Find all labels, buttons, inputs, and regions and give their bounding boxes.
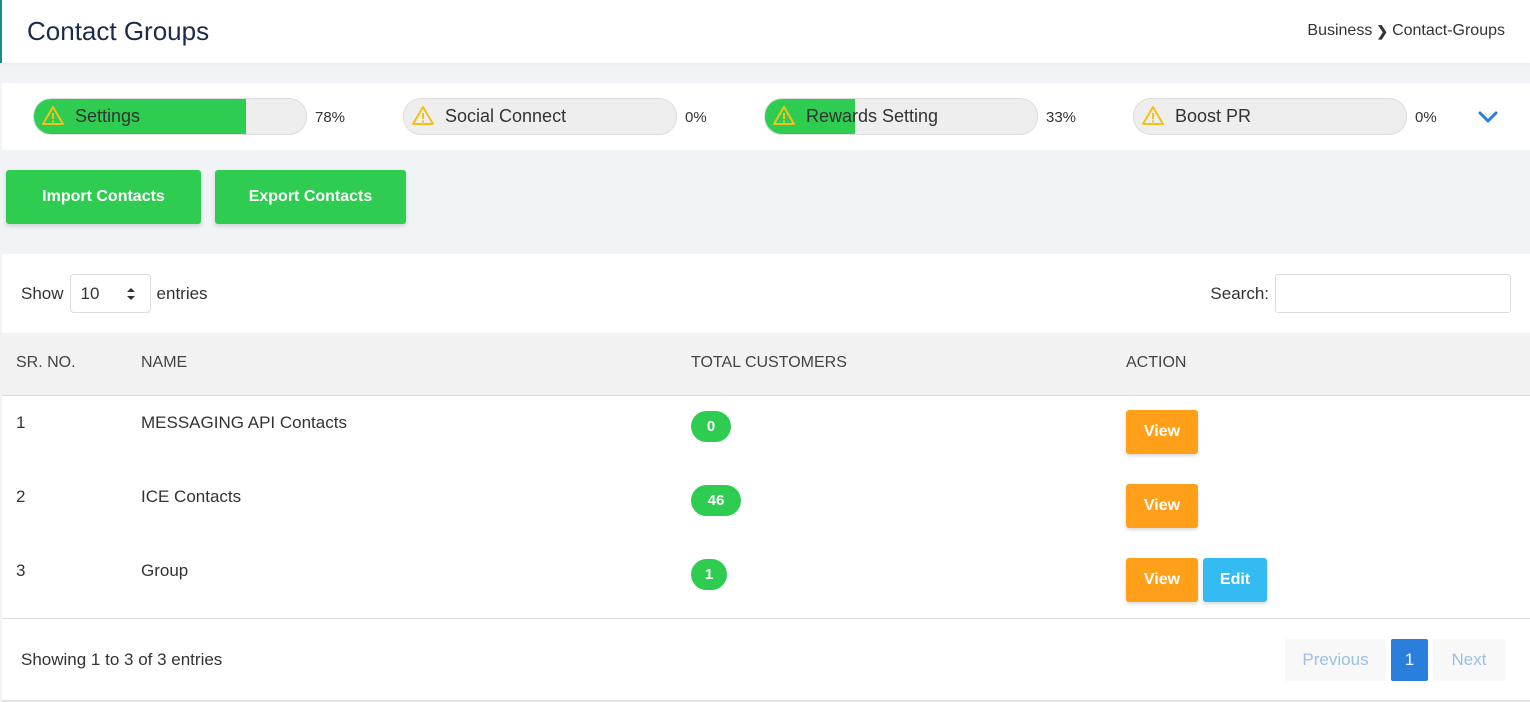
page-header: Contact Groups Business ❯ Contact-Groups: [0, 0, 1530, 63]
chevron-right-icon: ❯: [1376, 22, 1389, 39]
row-sr-no: 1: [16, 413, 26, 432]
view-button[interactable]: View: [1126, 410, 1198, 454]
column-header-name[interactable]: NAME: [141, 354, 187, 372]
progress-percent: 0%: [1415, 109, 1437, 126]
search-input[interactable]: [1275, 274, 1511, 313]
row-name: ICE Contacts: [141, 487, 242, 506]
warning-icon: [773, 106, 795, 125]
setup-progress-row: Settings 78% Social Connect 0% Rewards S…: [2, 83, 1530, 150]
page-size-select[interactable]: 10: [69, 274, 151, 313]
column-header-sr-no[interactable]: SR. NO.: [16, 354, 76, 372]
total-customers-badge: 1: [691, 559, 727, 590]
table-header: SR. NO. NAME TOTAL CUSTOMERS ACTION: [2, 333, 1530, 396]
page-size-value: 10: [80, 283, 100, 303]
progress-label: Rewards Setting: [806, 106, 939, 126]
next-page-button[interactable]: Next: [1433, 639, 1505, 681]
sort-arrows-icon: [126, 287, 135, 300]
row-sr-no: 2: [16, 487, 26, 506]
warning-icon: [42, 106, 64, 125]
breadcrumb: Business ❯ Contact-Groups: [1307, 22, 1505, 40]
page-1-button[interactable]: 1: [1391, 639, 1428, 681]
total-customers-badge: 0: [691, 411, 731, 442]
progress-label: Boost PR: [1175, 106, 1252, 126]
progress-fill: [34, 99, 247, 134]
table-divider: [2, 618, 1530, 619]
table-row: 2 ICE Contacts 46 View: [2, 470, 1530, 544]
table-row: 3 Group 1 View Edit: [2, 544, 1530, 618]
column-header-action: ACTION: [1126, 354, 1187, 371]
export-contacts-button[interactable]: Export Contacts: [215, 170, 406, 224]
breadcrumb-item-contact-groups: Contact-Groups: [1392, 22, 1505, 39]
progress-percent: 33%: [1046, 109, 1077, 126]
row-sr-no: 3: [16, 561, 26, 580]
total-customers-badge: 46: [691, 485, 741, 516]
page-size-control: Show 10 entries: [21, 274, 208, 313]
search-control: Search:: [1210, 274, 1511, 313]
import-contacts-button[interactable]: Import Contacts: [6, 170, 201, 224]
column-header-total-customers[interactable]: TOTAL CUSTOMERS: [691, 354, 847, 372]
progress-percent: 78%: [315, 109, 346, 126]
previous-page-button[interactable]: Previous: [1285, 639, 1386, 681]
pagination: Previous 1 Next: [1285, 639, 1505, 681]
page-title: Contact Groups: [27, 16, 210, 46]
chevron-down-icon[interactable]: [1476, 105, 1500, 129]
progress-percent: 0%: [685, 109, 707, 126]
warning-icon: [412, 106, 434, 125]
progress-label: Settings: [75, 106, 141, 126]
progress-label: Social Connect: [445, 106, 567, 126]
entries-label: entries: [156, 283, 208, 303]
view-button[interactable]: View: [1126, 558, 1198, 602]
edit-button[interactable]: Edit: [1203, 558, 1267, 602]
table-info: Showing 1 to 3 of 3 entries: [21, 650, 223, 669]
contact-groups-table-card: Show 10 entries Search: SR. NO. NAME TOT…: [2, 254, 1530, 702]
warning-icon: [1142, 106, 1164, 125]
search-label: Search:: [1210, 283, 1269, 303]
show-label: Show: [21, 283, 64, 303]
row-name: Group: [141, 561, 189, 580]
breadcrumb-item-business[interactable]: Business: [1307, 22, 1372, 40]
table-row: 1 MESSAGING API Contacts 0 View: [2, 396, 1530, 470]
row-name: MESSAGING API Contacts: [141, 413, 347, 432]
view-button[interactable]: View: [1126, 484, 1198, 528]
